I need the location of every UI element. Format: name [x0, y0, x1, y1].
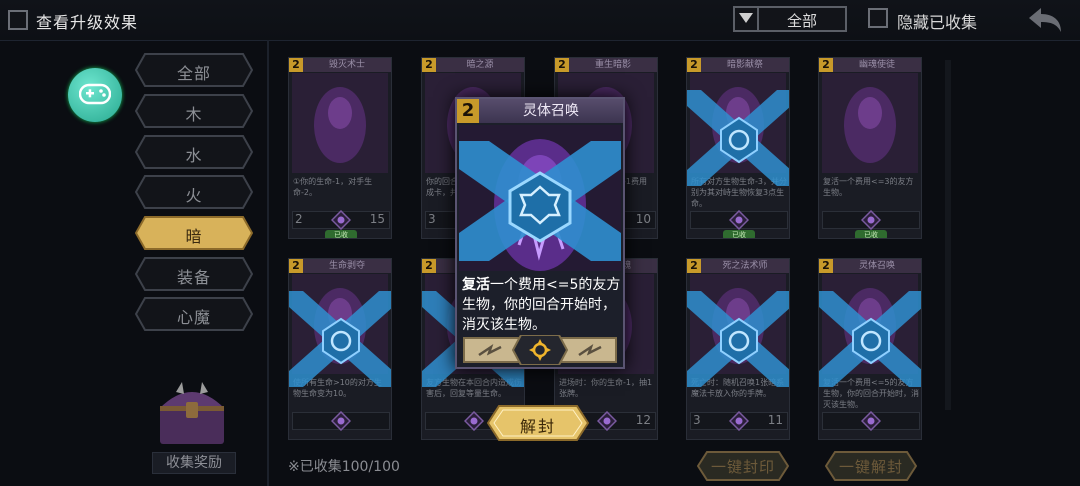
element-gem-icon — [597, 411, 617, 431]
category-label: 暗 — [185, 227, 203, 246]
unlock-button[interactable]: 解封 — [486, 405, 590, 441]
category-button-0[interactable]: 全部 — [135, 53, 253, 87]
seal-all-button[interactable]: 一键封印 — [697, 451, 789, 481]
popup-card-cost: 2 — [457, 99, 479, 123]
category-button-3[interactable]: 火 — [135, 175, 253, 209]
card-3[interactable]: 2 暗影献祭 所有对方生物生命-3，并分别为其对峙生物恢复3点生命。 已收 — [686, 57, 790, 239]
upgrade-effect-checkbox[interactable] — [8, 10, 28, 30]
card-cost: 2 — [555, 58, 569, 72]
category-label: 心魔 — [176, 308, 211, 327]
category-button-6[interactable]: 心魔 — [135, 297, 253, 331]
card-attack: 3 — [428, 212, 436, 226]
category-button-4[interactable]: 暗 — [135, 216, 253, 250]
treasure-chest-icon[interactable] — [152, 378, 232, 450]
card-detail-popup: 灵体召唤 2 复活一个费用<=5的友方生物，你的回合开始时，消灭该生物。 — [455, 97, 625, 369]
card-art — [292, 73, 388, 173]
category-label: 装备 — [176, 268, 211, 287]
popup-card-description: 复活一个费用<=5的友方生物，你的回合开始时，消灭该生物。 — [462, 277, 621, 333]
back-arrow-icon[interactable] — [1025, 6, 1065, 34]
hide-collected-checkbox[interactable] — [868, 8, 888, 28]
card-health: 15 — [369, 212, 385, 226]
seal-ribbons — [687, 90, 789, 186]
scrollbar-track[interactable] — [945, 60, 951, 410]
card-description: ①你的生命-1，对手生命-2。 — [293, 177, 373, 197]
card-cost: 2 — [422, 58, 436, 72]
card-name: 毁灭术士 — [303, 58, 391, 72]
card-5[interactable]: 2 生命剥夺 使所有生命>10的对方生物生命变为10。 — [288, 258, 392, 440]
upgrade-effect-label: 查看升级效果 — [36, 13, 139, 32]
card-collected-tag: 已收 — [855, 230, 887, 238]
unlock-button-label: 解封 — [519, 417, 556, 436]
seal-ribbons — [687, 291, 789, 387]
category-label: 木 — [185, 105, 203, 124]
card-name: 重生暗影 — [569, 58, 657, 72]
card-attack: 2 — [295, 212, 303, 226]
category-label: 全部 — [176, 64, 211, 83]
element-gem-icon — [861, 210, 881, 230]
popup-card-name: 灵体召唤 — [479, 99, 623, 123]
filter-selected-value: 全部 — [786, 12, 817, 30]
dropdown-arrow-icon[interactable] — [735, 8, 759, 30]
hide-collected-label: 隐藏已收集 — [897, 13, 978, 32]
collection-reward-label[interactable]: 收集奖励 — [152, 452, 236, 474]
category-label: 火 — [185, 186, 203, 205]
gamepad-icon[interactable] — [68, 68, 122, 122]
category-button-2[interactable]: 水 — [135, 135, 253, 169]
category-label: 水 — [185, 146, 203, 165]
card-collected-tag: 已收 — [325, 230, 357, 238]
card-name: 幽魂使徒 — [833, 58, 921, 72]
element-gem-icon — [331, 210, 351, 230]
card-description: 复活一个费用<=3的友方生物。 — [823, 177, 914, 197]
card-health: 10 — [635, 212, 651, 226]
card-name: 暗之源 — [436, 58, 524, 72]
card-health: 12 — [635, 413, 651, 427]
filter-dropdown[interactable]: 全部 — [733, 6, 847, 32]
seal-ribbons — [819, 291, 921, 387]
unseal-all-label: 一键解封 — [838, 458, 903, 476]
collection-count: ※已收集100/100 — [288, 459, 400, 475]
card-4[interactable]: 2 幽魂使徒 复活一个费用<=3的友方生物。 已收 — [818, 57, 922, 239]
sidebar-divider — [267, 40, 269, 486]
seal-all-label: 一键封印 — [710, 458, 775, 476]
category-button-1[interactable]: 木 — [135, 94, 253, 128]
card-9[interactable]: 2 灵体召唤 复活一个费用<=5的友方生物，你的回合开始时，消灭该生物。 — [818, 258, 922, 440]
card-cost: 2 — [289, 58, 303, 72]
seal-ribbons — [289, 291, 391, 387]
card-art — [822, 73, 918, 173]
category-button-5[interactable]: 装备 — [135, 257, 253, 291]
card-0[interactable]: 2 毁灭术士 ①你的生命-1，对手生命-2。 2 15 已收 — [288, 57, 392, 239]
popup-stat-bar — [463, 335, 617, 365]
card-8[interactable]: 2 死之法术师 死亡时：随机召唤1张暗系魔法卡放入你的手牌。 3 11 — [686, 258, 790, 440]
card-cost: 2 — [819, 58, 833, 72]
popup-card-art — [459, 125, 621, 271]
unseal-all-button[interactable]: 一键解封 — [825, 451, 917, 481]
